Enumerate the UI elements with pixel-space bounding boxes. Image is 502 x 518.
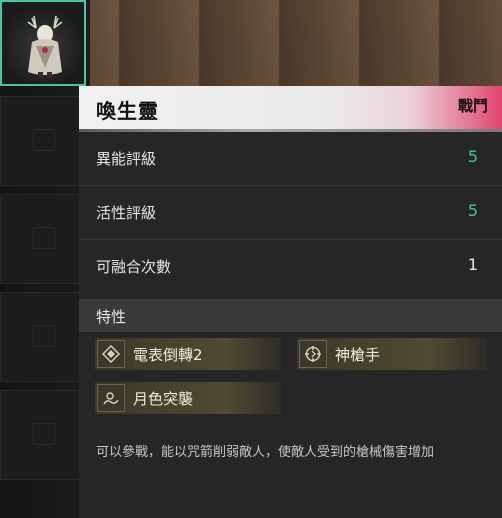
spirit-description: 可以參戰，能以咒箭削弱敵人，使敵人受到的槍械傷害增加 (96, 445, 435, 460)
empty-slot-icon (33, 423, 55, 445)
crosshair-icon (299, 340, 327, 368)
spirit-info-card: 喚生靈 戰鬥 異能評級 5 活性評級 5 可融合次數 1 特性 電表倒轉2 神槍… (79, 86, 502, 518)
stat-value: 5 (467, 147, 478, 166)
trait-name: 電表倒轉2 (133, 346, 203, 364)
character-portrait-icon (27, 15, 63, 78)
stat-row: 可融合次數 1 (79, 240, 502, 294)
stat-row: 異能評級 5 (79, 132, 502, 186)
stat-label: 可融合次數 (96, 258, 172, 276)
trait-chip[interactable]: 月色突襲 (95, 382, 281, 414)
trait-name: 神槍手 (335, 346, 381, 364)
card-header: 喚生靈 戰鬥 (79, 86, 502, 131)
empty-slot-icon (33, 129, 55, 151)
selected-inventory-slot[interactable] (0, 0, 86, 86)
combat-tag: 戰鬥 (457, 97, 488, 115)
stat-label: 異能評級 (96, 150, 157, 168)
inventory-slot[interactable] (0, 292, 86, 382)
stat-row: 活性評級 5 (79, 186, 502, 240)
traits-heading-label: 特性 (96, 308, 127, 326)
inventory-slot[interactable] (0, 390, 86, 480)
trait-chip[interactable]: 電表倒轉2 (95, 338, 281, 370)
empty-slot-icon (33, 325, 55, 347)
inventory-slot[interactable] (0, 194, 86, 284)
card-title: 喚生靈 (96, 99, 159, 123)
stat-value: 1 (467, 255, 478, 274)
stat-value: 5 (467, 201, 478, 220)
trait-chip[interactable]: 神槍手 (297, 338, 487, 370)
traits-heading: 特性 (79, 299, 502, 332)
inventory-slot[interactable] (0, 96, 86, 186)
moon-wave-icon (97, 384, 125, 412)
empty-slot-icon (33, 227, 55, 249)
stat-label: 活性評級 (96, 204, 157, 222)
diamond-icon (97, 340, 125, 368)
trait-name: 月色突襲 (133, 390, 194, 408)
